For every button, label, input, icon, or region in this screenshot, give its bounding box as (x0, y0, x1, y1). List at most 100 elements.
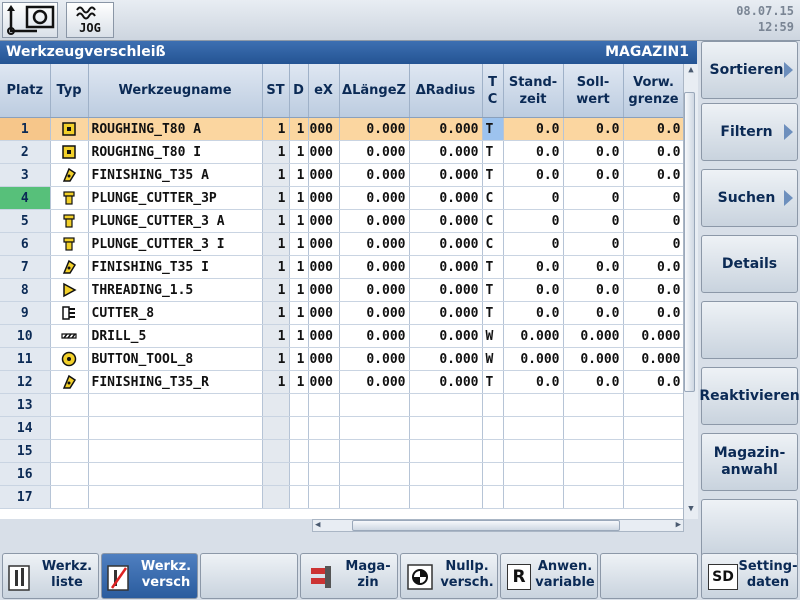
filtern-button[interactable]: Filtern (701, 103, 798, 161)
ex-cell[interactable]: 000 (308, 347, 340, 371)
delta-radius-cell[interactable]: 0.000 (409, 255, 483, 279)
name-cell[interactable] (88, 439, 263, 463)
platz-cell[interactable]: 9 (0, 301, 51, 325)
vorwarngrenze-cell[interactable]: 0 (623, 232, 685, 256)
table-row[interactable]: 14 (0, 416, 685, 440)
delta-laenge-cell[interactable]: 0.000 (339, 324, 410, 348)
d-cell[interactable]: 1 (289, 232, 309, 256)
st-cell[interactable]: 1 (262, 140, 290, 164)
tc-cell[interactable]: W (482, 324, 504, 348)
platz-cell[interactable]: 16 (0, 462, 51, 486)
st-cell[interactable]: 1 (262, 370, 290, 394)
tc-cell[interactable]: W (482, 347, 504, 371)
empty-softkey-right-2[interactable] (701, 499, 798, 557)
delta-radius-cell[interactable]: 0.000 (409, 370, 483, 394)
platz-cell[interactable]: 14 (0, 416, 51, 440)
standzeit-cell[interactable] (503, 485, 564, 509)
delta-radius-cell[interactable] (409, 393, 483, 417)
st-cell[interactable] (262, 393, 290, 417)
ex-cell[interactable]: 000 (308, 232, 340, 256)
ex-cell[interactable]: 000 (308, 324, 340, 348)
delta-radius-cell[interactable]: 0.000 (409, 347, 483, 371)
vorwarngrenze-cell[interactable] (623, 416, 685, 440)
d-cell[interactable]: 1 (289, 140, 309, 164)
st-cell[interactable]: 1 (262, 324, 290, 348)
table-row[interactable]: 7 FINISHING_T35 I 1 1 000 0.000 0.000 T 0.0 0.0 0.… (0, 255, 685, 279)
vorwarngrenze-cell[interactable]: 0.0 (623, 163, 685, 187)
table-row[interactable]: 2 ROUGHING_T80 I 1 1 000 0.000 0.000 T 0.0 0.0 0.0 (0, 140, 685, 164)
col-header-tc[interactable]: T C (482, 64, 504, 118)
table-row[interactable]: 8 THREADING_1.5 1 1 000 0.000 0.000 T 0.0 0.0 0.0 (0, 278, 685, 302)
d-cell[interactable]: 1 (289, 255, 309, 279)
tc-cell[interactable]: T (482, 278, 504, 302)
col-header-vorwarngrenze[interactable]: Vorw. grenze (623, 64, 685, 118)
ex-cell[interactable] (308, 439, 340, 463)
sollwert-cell[interactable]: 0.0 (563, 278, 624, 302)
name-cell[interactable]: PLUNGE_CUTTER_3 A (88, 209, 263, 233)
d-cell[interactable]: 1 (289, 278, 309, 302)
table-row[interactable]: 4 PLUNGE_CUTTER_3P 1 1 000 0.000 0.000 C 0 0 0 (0, 186, 685, 210)
delta-radius-cell[interactable]: 0.000 (409, 186, 483, 210)
st-cell[interactable]: 1 (262, 232, 290, 256)
sollwert-cell[interactable]: 0.0 (563, 117, 624, 141)
typ-cell[interactable] (50, 255, 89, 279)
d-cell[interactable]: 1 (289, 186, 309, 210)
typ-cell[interactable] (50, 370, 89, 394)
delta-laenge-cell[interactable]: 0.000 (339, 301, 410, 325)
typ-cell[interactable] (50, 439, 89, 463)
typ-cell[interactable] (50, 163, 89, 187)
ex-cell[interactable]: 000 (308, 278, 340, 302)
name-cell[interactable]: PLUNGE_CUTTER_3P (88, 186, 263, 210)
jog-mode-icon[interactable]: JOG (66, 2, 114, 38)
anwendervariable-button[interactable]: R Anwen. variable (500, 553, 598, 599)
table-row[interactable]: 3 FINISHING_T35 A 1 1 000 0.000 0.000 T 0.0 0.0 0.… (0, 163, 685, 187)
st-cell[interactable]: 1 (262, 209, 290, 233)
standzeit-cell[interactable] (503, 393, 564, 417)
ex-cell[interactable]: 000 (308, 140, 340, 164)
ex-cell[interactable]: 000 (308, 186, 340, 210)
table-row[interactable]: 13 (0, 393, 685, 417)
standzeit-cell[interactable]: 0.0 (503, 370, 564, 394)
d-cell[interactable] (289, 416, 309, 440)
ex-cell[interactable] (308, 416, 340, 440)
platz-cell[interactable]: 4 (0, 186, 51, 210)
vorwarngrenze-cell[interactable] (623, 393, 685, 417)
col-header-platz[interactable]: Platz (0, 64, 51, 118)
st-cell[interactable] (262, 439, 290, 463)
name-cell[interactable] (88, 393, 263, 417)
name-cell[interactable]: PLUNGE_CUTTER_3 I (88, 232, 263, 256)
sollwert-cell[interactable]: 0.0 (563, 301, 624, 325)
platz-cell[interactable]: 7 (0, 255, 51, 279)
delta-radius-cell[interactable] (409, 485, 483, 509)
sollwert-cell[interactable]: 0.000 (563, 324, 624, 348)
delta-laenge-cell[interactable]: 0.000 (339, 140, 410, 164)
d-cell[interactable] (289, 393, 309, 417)
sollwert-cell[interactable] (563, 439, 624, 463)
delta-laenge-cell[interactable]: 0.000 (339, 186, 410, 210)
col-header-st[interactable]: ST (262, 64, 290, 118)
st-cell[interactable]: 1 (262, 301, 290, 325)
platz-cell[interactable]: 3 (0, 163, 51, 187)
typ-cell[interactable] (50, 347, 89, 371)
suchen-button[interactable]: Suchen (701, 169, 798, 227)
platz-cell[interactable]: 13 (0, 393, 51, 417)
typ-cell[interactable] (50, 232, 89, 256)
vorwarngrenze-cell[interactable]: 0.0 (623, 255, 685, 279)
name-cell[interactable]: BUTTON_TOOL_8 (88, 347, 263, 371)
name-cell[interactable]: THREADING_1.5 (88, 278, 263, 302)
standzeit-cell[interactable]: 0 (503, 232, 564, 256)
st-cell[interactable] (262, 485, 290, 509)
tc-cell[interactable]: T (482, 117, 504, 141)
name-cell[interactable]: FINISHING_T35_R (88, 370, 263, 394)
st-cell[interactable]: 1 (262, 278, 290, 302)
ex-cell[interactable] (308, 485, 340, 509)
ex-cell[interactable]: 000 (308, 370, 340, 394)
ex-cell[interactable] (308, 393, 340, 417)
vorwarngrenze-cell[interactable]: 0.0 (623, 117, 685, 141)
empty-softkey-bottom-2[interactable] (600, 553, 698, 599)
vorwarngrenze-cell[interactable]: 0.000 (623, 347, 685, 371)
col-header-ex[interactable]: eX (308, 64, 340, 118)
magazin-button[interactable]: Maga-zin (300, 553, 398, 599)
delta-radius-cell[interactable]: 0.000 (409, 140, 483, 164)
ex-cell[interactable]: 000 (308, 209, 340, 233)
